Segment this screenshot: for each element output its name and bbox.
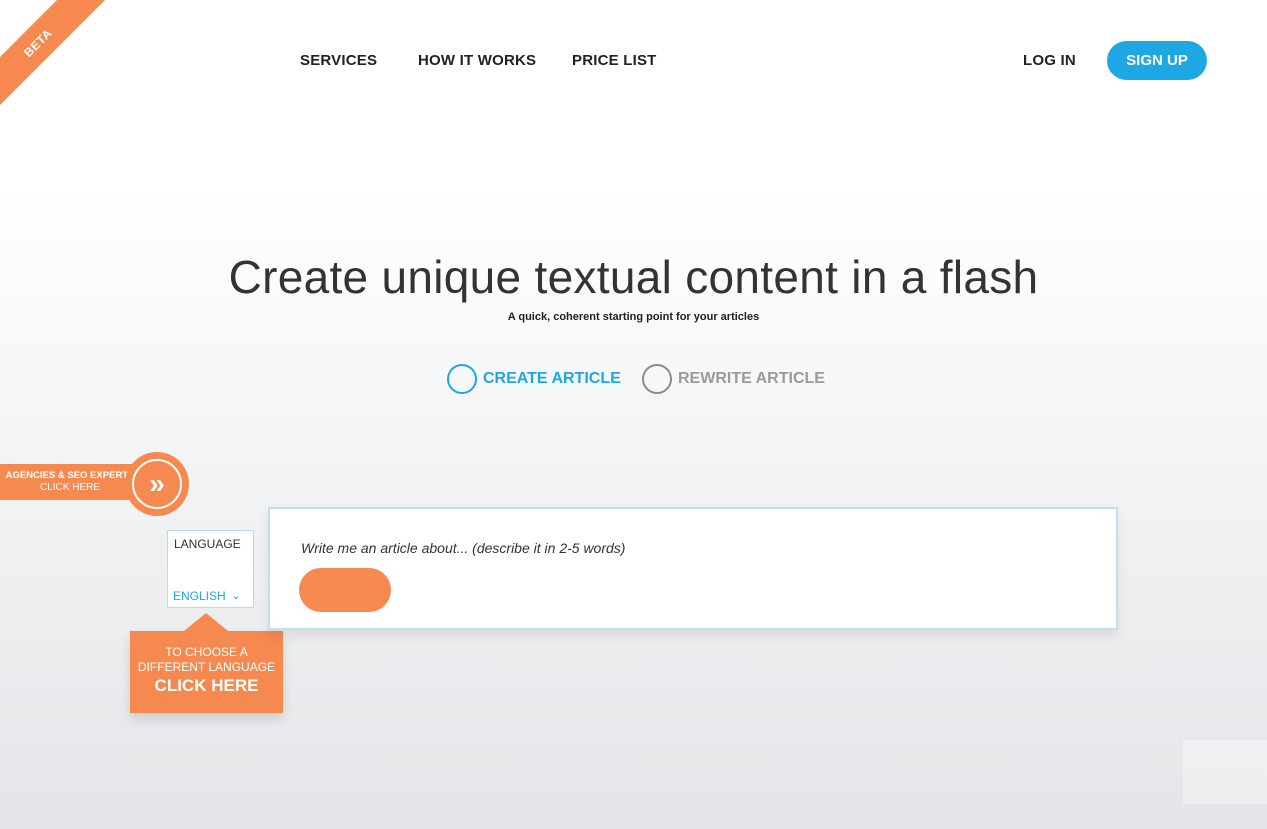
language-dropdown[interactable]: ENGLISH ⌄ bbox=[173, 589, 240, 603]
agencies-tab-cta: CLICK HERE bbox=[39, 482, 100, 493]
generate-article-button[interactable] bbox=[299, 568, 391, 612]
language-selected-value: ENGLISH bbox=[173, 589, 226, 603]
rewrite-article-label: REWRITE ARTICLE bbox=[678, 370, 825, 387]
nav-services[interactable]: SERVICES bbox=[300, 52, 377, 69]
double-chevron-right-icon: » bbox=[132, 459, 182, 509]
beta-ribbon-container: BETA bbox=[0, 0, 120, 120]
log-in-link[interactable]: LOG IN bbox=[1023, 52, 1076, 69]
tooltip-line-1: TO CHOOSE A bbox=[165, 645, 248, 659]
nav-how-it-works[interactable]: HOW IT WORKS bbox=[418, 52, 536, 69]
radio-circle-icon bbox=[447, 364, 477, 394]
chevron-down-icon: ⌄ bbox=[231, 590, 241, 602]
language-tooltip[interactable]: TO CHOOSE A DIFFERENT LANGUAGE CLICK HER… bbox=[130, 613, 283, 713]
page-subtitle: A quick, coherent starting point for you… bbox=[507, 311, 760, 323]
page-title: Create unique textual content in a flash bbox=[228, 251, 1039, 303]
agencies-expand-button[interactable]: » bbox=[125, 452, 189, 516]
agencies-seo-tab[interactable]: AGENCIES & SEO EXPERTS CLICK HERE bbox=[0, 464, 140, 500]
article-input-panel bbox=[268, 507, 1118, 630]
radio-circle-icon bbox=[642, 364, 672, 394]
language-selector-box: LANGUAGE ENGLISH ⌄ bbox=[167, 530, 254, 608]
create-article-radio[interactable]: CREATE ARTICLE bbox=[447, 364, 621, 394]
agencies-tab-title: AGENCIES & SEO EXPERTS bbox=[5, 470, 135, 481]
tooltip-line-2: DIFFERENT LANGUAGE bbox=[137, 660, 276, 674]
nav-price-list[interactable]: PRICE LIST bbox=[572, 52, 657, 69]
tooltip-cta: CLICK HERE bbox=[154, 676, 259, 695]
create-article-label: CREATE ARTICLE bbox=[483, 370, 621, 387]
beta-badge: BETA bbox=[0, 0, 107, 112]
language-label: LANGUAGE bbox=[174, 537, 241, 551]
rewrite-article-radio[interactable]: REWRITE ARTICLE bbox=[642, 364, 825, 394]
corner-widget bbox=[1183, 740, 1267, 804]
sign-up-button[interactable]: SIGN UP bbox=[1107, 41, 1207, 80]
article-topic-input[interactable] bbox=[301, 537, 1081, 559]
